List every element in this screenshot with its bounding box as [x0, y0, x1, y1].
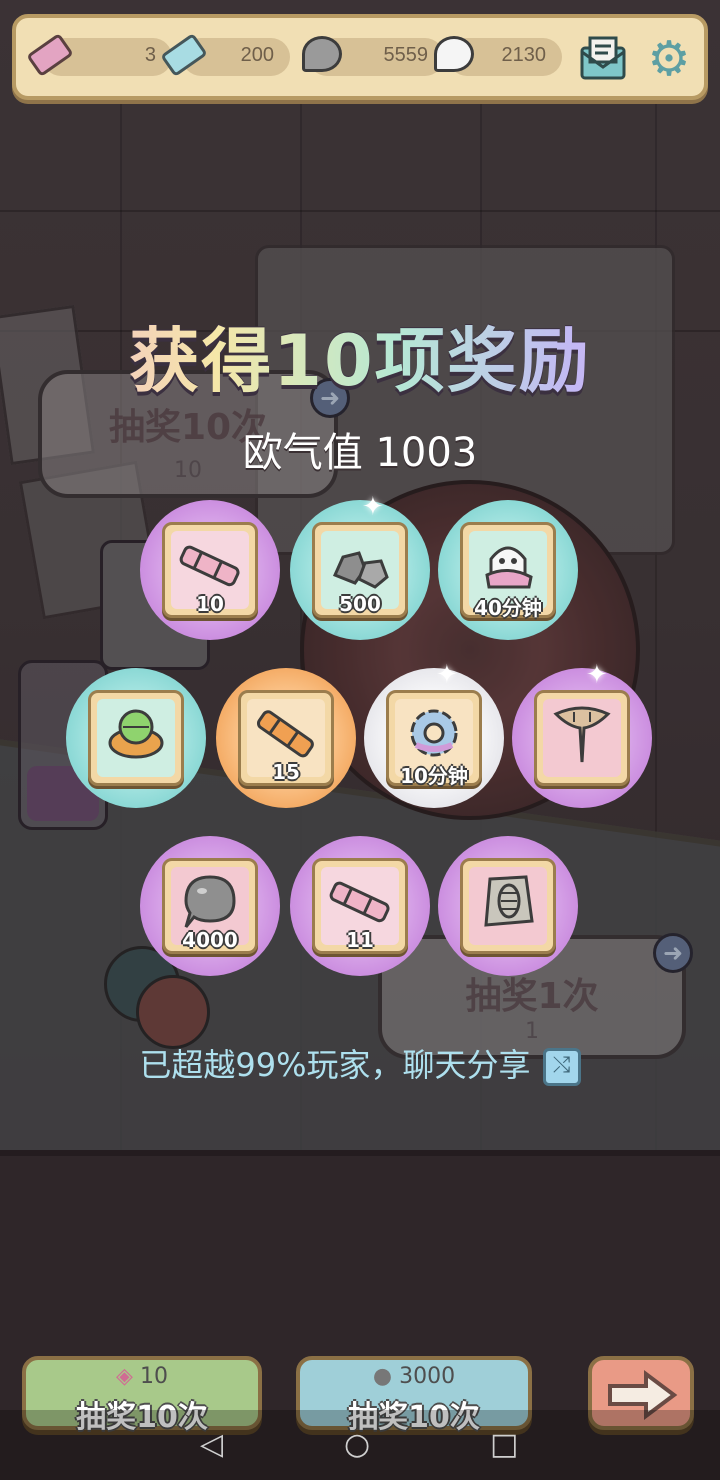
resource-bar: 3 200 5559 2130 ⚙: [12, 14, 708, 100]
blue-ticket-count: 200: [240, 44, 274, 66]
reward-title: 获得10项奖励: [0, 305, 720, 406]
telescope-icon: [179, 545, 240, 587]
soul-count: 5559: [383, 44, 429, 66]
sparkle-icon: ✦: [436, 660, 458, 690]
ticket-icon: ◈: [116, 1364, 133, 1389]
back-icon[interactable]: ◁: [200, 1430, 223, 1460]
reward-qty: 11: [346, 928, 374, 952]
ghost-cloth-icon: [485, 546, 533, 589]
reward-qty: 500: [339, 592, 381, 616]
soul-icon: [302, 36, 342, 72]
reward-qty: 10分钟: [400, 764, 468, 788]
reward-item[interactable]: ✦: [512, 660, 652, 808]
reward-item[interactable]: 10分钟 ✦: [364, 660, 504, 808]
telescope-icon: [256, 710, 314, 758]
reward-item[interactable]: 40分钟: [438, 500, 578, 640]
gear-icon[interactable]: ⚙: [642, 32, 696, 86]
reward-qty: 40分钟: [474, 596, 542, 620]
soul-blob-icon: [184, 875, 236, 929]
system-nav-bar: ◁ ○ □: [0, 1410, 720, 1480]
pink-ticket-count: 3: [144, 44, 156, 66]
reward-item[interactable]: 4000: [140, 836, 280, 976]
reward-item[interactable]: 11: [290, 836, 430, 976]
share-row[interactable]: 已超越99%玩家，聊天分享 ⤭: [0, 1040, 720, 1086]
reward-qty: 4000: [182, 928, 238, 952]
reward-item[interactable]: [66, 668, 206, 808]
reward-item[interactable]: [438, 836, 578, 976]
telescope-icon: [329, 881, 390, 923]
pink-ticket-icon: [26, 32, 74, 78]
recent-apps-icon[interactable]: □: [490, 1430, 518, 1460]
bone-fossil-icon: [553, 706, 611, 763]
blue-ticket-icon: [160, 32, 208, 78]
button-cost: 10: [139, 1364, 168, 1389]
stones-icon: [332, 551, 389, 590]
soul-icon: ●: [372, 1364, 393, 1389]
share-text: 已超越99%玩家，聊天分享: [139, 1046, 531, 1084]
fossil-slab-icon: [484, 875, 534, 927]
reward-item[interactable]: 10: [140, 500, 280, 640]
mail-icon[interactable]: [578, 34, 628, 84]
reward-item[interactable]: 500 ✦: [290, 492, 430, 640]
crystal-ring-icon: [108, 709, 164, 759]
ghost-count: 2130: [501, 44, 547, 66]
reward-qty: 10: [196, 592, 224, 616]
reward-qty: 15: [272, 760, 300, 784]
sparkle-icon: ✦: [586, 660, 608, 690]
sparkle-icon: ✦: [362, 492, 384, 522]
reward-item[interactable]: 15: [216, 668, 356, 808]
gear-item-icon: [410, 709, 458, 757]
share-icon[interactable]: ⤭: [542, 1048, 581, 1086]
home-icon[interactable]: ○: [344, 1430, 370, 1460]
luck-value: 欧气值 1003: [242, 430, 478, 476]
ghost-icon: [434, 36, 474, 72]
button-cost: 3000: [399, 1364, 456, 1389]
